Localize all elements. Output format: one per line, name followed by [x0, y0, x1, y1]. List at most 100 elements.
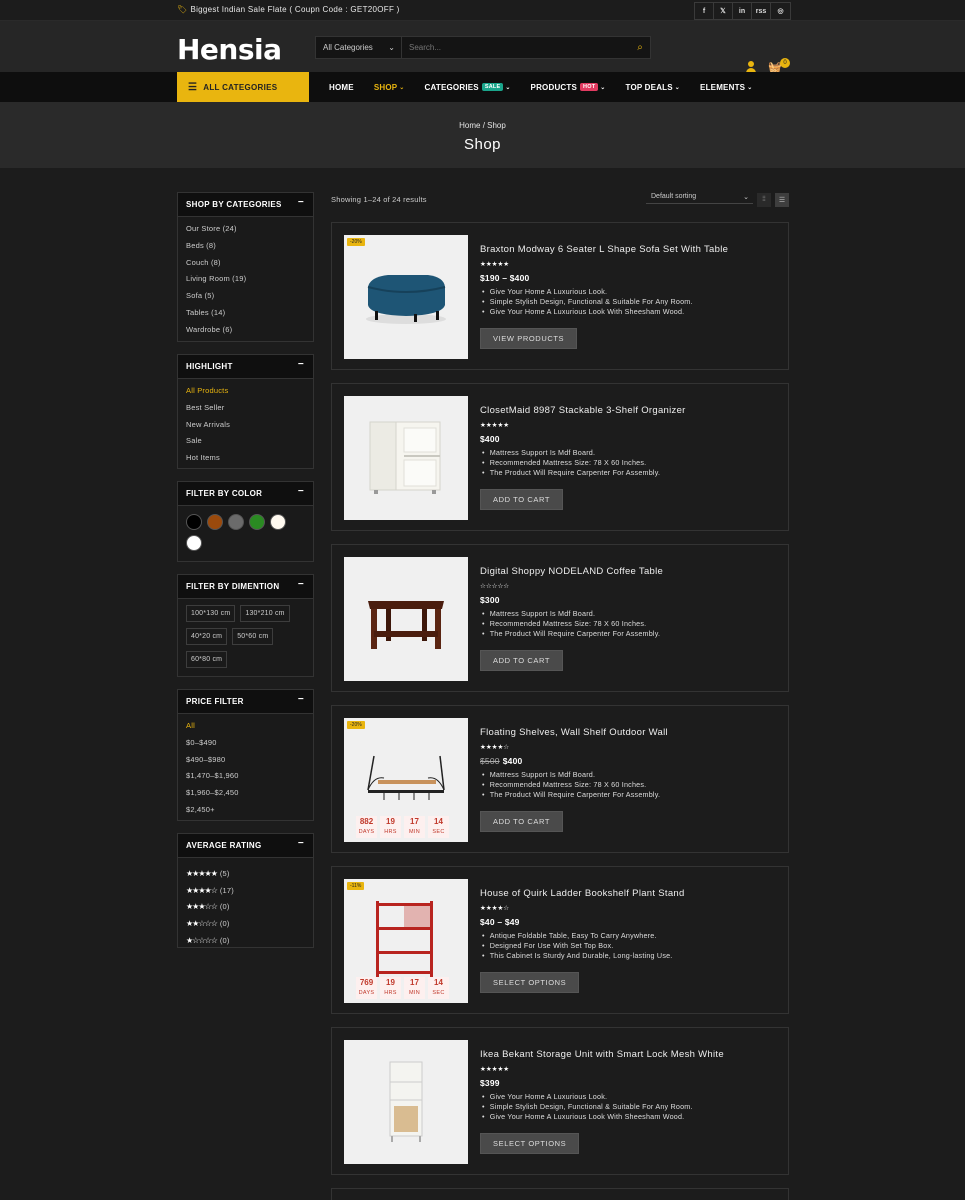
category-item[interactable]: Wardrobe (6): [186, 325, 313, 342]
x-twitter-icon[interactable]: 𝕏: [714, 3, 733, 19]
add-to-cart-button[interactable]: ADD TO CART: [480, 811, 564, 832]
grid-view-icon[interactable]: ⦙⦙: [757, 193, 771, 207]
product-title[interactable]: Ikea Bekant Storage Unit with Smart Lock…: [480, 1049, 724, 1060]
add-to-cart-button[interactable]: ADD TO CART: [480, 489, 564, 510]
color-swatch[interactable]: [207, 514, 223, 530]
rss-icon[interactable]: rss: [752, 3, 771, 19]
product-title[interactable]: Digital Shoppy NODELAND Coffee Table: [480, 566, 663, 577]
product-image[interactable]: -20%: [344, 235, 468, 359]
rating-option[interactable]: ★★★☆☆ (0): [186, 899, 313, 916]
price-option[interactable]: $0–$490: [186, 738, 313, 755]
feature-list: Give Your Home A Luxurious Look. Simple …: [480, 287, 693, 317]
rating-option[interactable]: ★★★★☆ (17): [186, 882, 313, 899]
select-options-button[interactable]: SELECT OPTIONS: [480, 1133, 580, 1154]
linkedin-icon[interactable]: in: [733, 3, 752, 19]
list-view-icon[interactable]: ☰: [775, 193, 789, 207]
color-swatch[interactable]: [270, 514, 286, 530]
product-card: ClosetMaid 8987 Stackable 3-Shelf Organi…: [331, 383, 789, 531]
product-price: $400: [480, 434, 500, 444]
product-title[interactable]: Floating Shelves, Wall Shelf Outdoor Wal…: [480, 727, 668, 738]
collapse-icon[interactable]: −: [298, 486, 304, 497]
product-image[interactable]: -11% 769 DAYS 19 HRS 17 MIN 14 SEC: [344, 879, 468, 1003]
search-bar: All Categories⌄ ⌕: [315, 36, 651, 59]
star-rating: ★★★★☆: [480, 905, 510, 912]
highlight-item[interactable]: All Products: [186, 386, 313, 403]
product-title[interactable]: House of Quirk Ladder Bookshelf Plant St…: [480, 888, 685, 899]
collapse-icon[interactable]: −: [298, 579, 304, 590]
star-rating: ☆☆☆☆☆: [480, 583, 510, 590]
highlight-item[interactable]: New Arrivals: [186, 420, 313, 437]
collapse-icon[interactable]: −: [298, 359, 304, 370]
search-icon[interactable]: ⌕: [630, 42, 650, 53]
color-swatch[interactable]: [186, 514, 202, 530]
collapse-icon[interactable]: −: [298, 197, 304, 208]
collapse-icon[interactable]: −: [298, 694, 304, 705]
dimension-option[interactable]: 40*20 cm: [186, 628, 228, 645]
breadcrumb[interactable]: Home / Shop: [0, 121, 965, 130]
countdown-timer: 882 DAYS 19 HRS 17 MIN 14 SEC: [356, 816, 449, 838]
nav-item-shop[interactable]: SHOP ⌄: [374, 83, 405, 92]
product-image[interactable]: [344, 1040, 468, 1164]
add-to-cart-button[interactable]: ADD TO CART: [480, 650, 564, 671]
star-rating: ★★★★★: [186, 868, 218, 878]
cart-count-badge: 0: [780, 58, 790, 68]
select-options-button[interactable]: SELECT OPTIONS: [480, 972, 580, 993]
rating-option[interactable]: ★★☆☆☆ (0): [186, 915, 313, 932]
star-rating: ★★★★☆: [186, 885, 218, 895]
instagram-icon[interactable]: ◎: [771, 3, 790, 19]
dimension-option[interactable]: 130*210 cm: [240, 605, 290, 622]
product-image[interactable]: [344, 557, 468, 681]
coffee-table-image: [368, 601, 444, 649]
nav-item-products[interactable]: PRODUCTS HOT ⌄: [531, 83, 606, 92]
storage-unit-image: [389, 1061, 423, 1142]
logo[interactable]: Hensia: [177, 33, 282, 66]
color-swatch[interactable]: [249, 514, 265, 530]
header: Hensia All Categories⌄ ⌕ 🧺0: [0, 21, 965, 74]
dimension-option[interactable]: 60*80 cm: [186, 651, 228, 668]
price-option[interactable]: $1,470–$1,960: [186, 771, 313, 788]
category-item[interactable]: Our Store (24): [186, 224, 313, 241]
facebook-icon[interactable]: f: [695, 3, 714, 19]
dimension-option[interactable]: 50*60 cm: [232, 628, 274, 645]
nav-item-elements[interactable]: ELEMENTS ⌄: [700, 83, 752, 92]
category-item[interactable]: Sofa (5): [186, 291, 313, 308]
product-title[interactable]: Braxton Modway 6 Seater L Shape Sofa Set…: [480, 244, 728, 255]
product-title[interactable]: ClosetMaid 8987 Stackable 3-Shelf Organi…: [480, 405, 686, 416]
rating-option[interactable]: ★★★★★ (5): [186, 865, 313, 882]
color-swatch[interactable]: [228, 514, 244, 530]
product-image[interactable]: [344, 396, 468, 520]
page-title: Shop: [463, 136, 502, 153]
nav-item-top-deals[interactable]: TOP DEALS ⌄: [626, 83, 681, 92]
search-input[interactable]: [402, 43, 630, 52]
category-item[interactable]: Living Room (19): [186, 274, 313, 291]
category-item[interactable]: Couch (8): [186, 258, 313, 275]
color-swatch[interactable]: [186, 535, 202, 551]
color-swatches: [178, 506, 298, 551]
chevron-down-icon: ⌄: [600, 84, 606, 91]
price-option[interactable]: All: [186, 721, 313, 738]
nav-item-home[interactable]: HOME: [329, 83, 354, 92]
star-rating: ★★★★★: [480, 261, 510, 268]
rating-option[interactable]: ★☆☆☆☆ (0): [186, 932, 313, 949]
feature-list: Mattress Support Is Mdf Board. Recommend…: [480, 770, 660, 800]
dimension-filter-widget: FILTER BY DIMENTION − 100*130 cm 130*210 …: [177, 574, 314, 677]
highlight-item[interactable]: Best Seller: [186, 403, 313, 420]
category-item[interactable]: Tables (14): [186, 308, 313, 325]
view-products-button[interactable]: VIEW PRODUCTS: [480, 328, 578, 349]
price-option[interactable]: $490–$980: [186, 755, 313, 772]
product-image[interactable]: -20% 882 DAYS 19 HRS 17 MIN 14 SEC: [344, 718, 468, 842]
price-option[interactable]: $1,960–$2,450: [186, 788, 313, 805]
main-nav: ☰ ALL CATEGORIES HOME SHOP ⌄ CATEGORIES SAL…: [0, 72, 965, 102]
nav-item-categories[interactable]: CATEGORIES SALE ⌄: [425, 83, 511, 92]
dimension-option[interactable]: 100*130 cm: [186, 605, 236, 622]
all-categories-button[interactable]: ☰ ALL CATEGORIES: [177, 72, 309, 102]
collapse-icon[interactable]: −: [298, 838, 304, 849]
old-price: $500: [480, 756, 500, 766]
highlight-item[interactable]: Hot Items: [186, 453, 313, 470]
price-option[interactable]: $2,450+: [186, 805, 313, 822]
sort-select[interactable]: Default sorting ⌄: [646, 190, 753, 204]
category-item[interactable]: Beds (8): [186, 241, 313, 258]
highlight-item[interactable]: Sale: [186, 436, 313, 453]
search-category-select[interactable]: All Categories ⌄: [316, 37, 402, 58]
product-card: Digital Shoppy NODELAND Coffee Table ☆☆☆…: [331, 544, 789, 692]
